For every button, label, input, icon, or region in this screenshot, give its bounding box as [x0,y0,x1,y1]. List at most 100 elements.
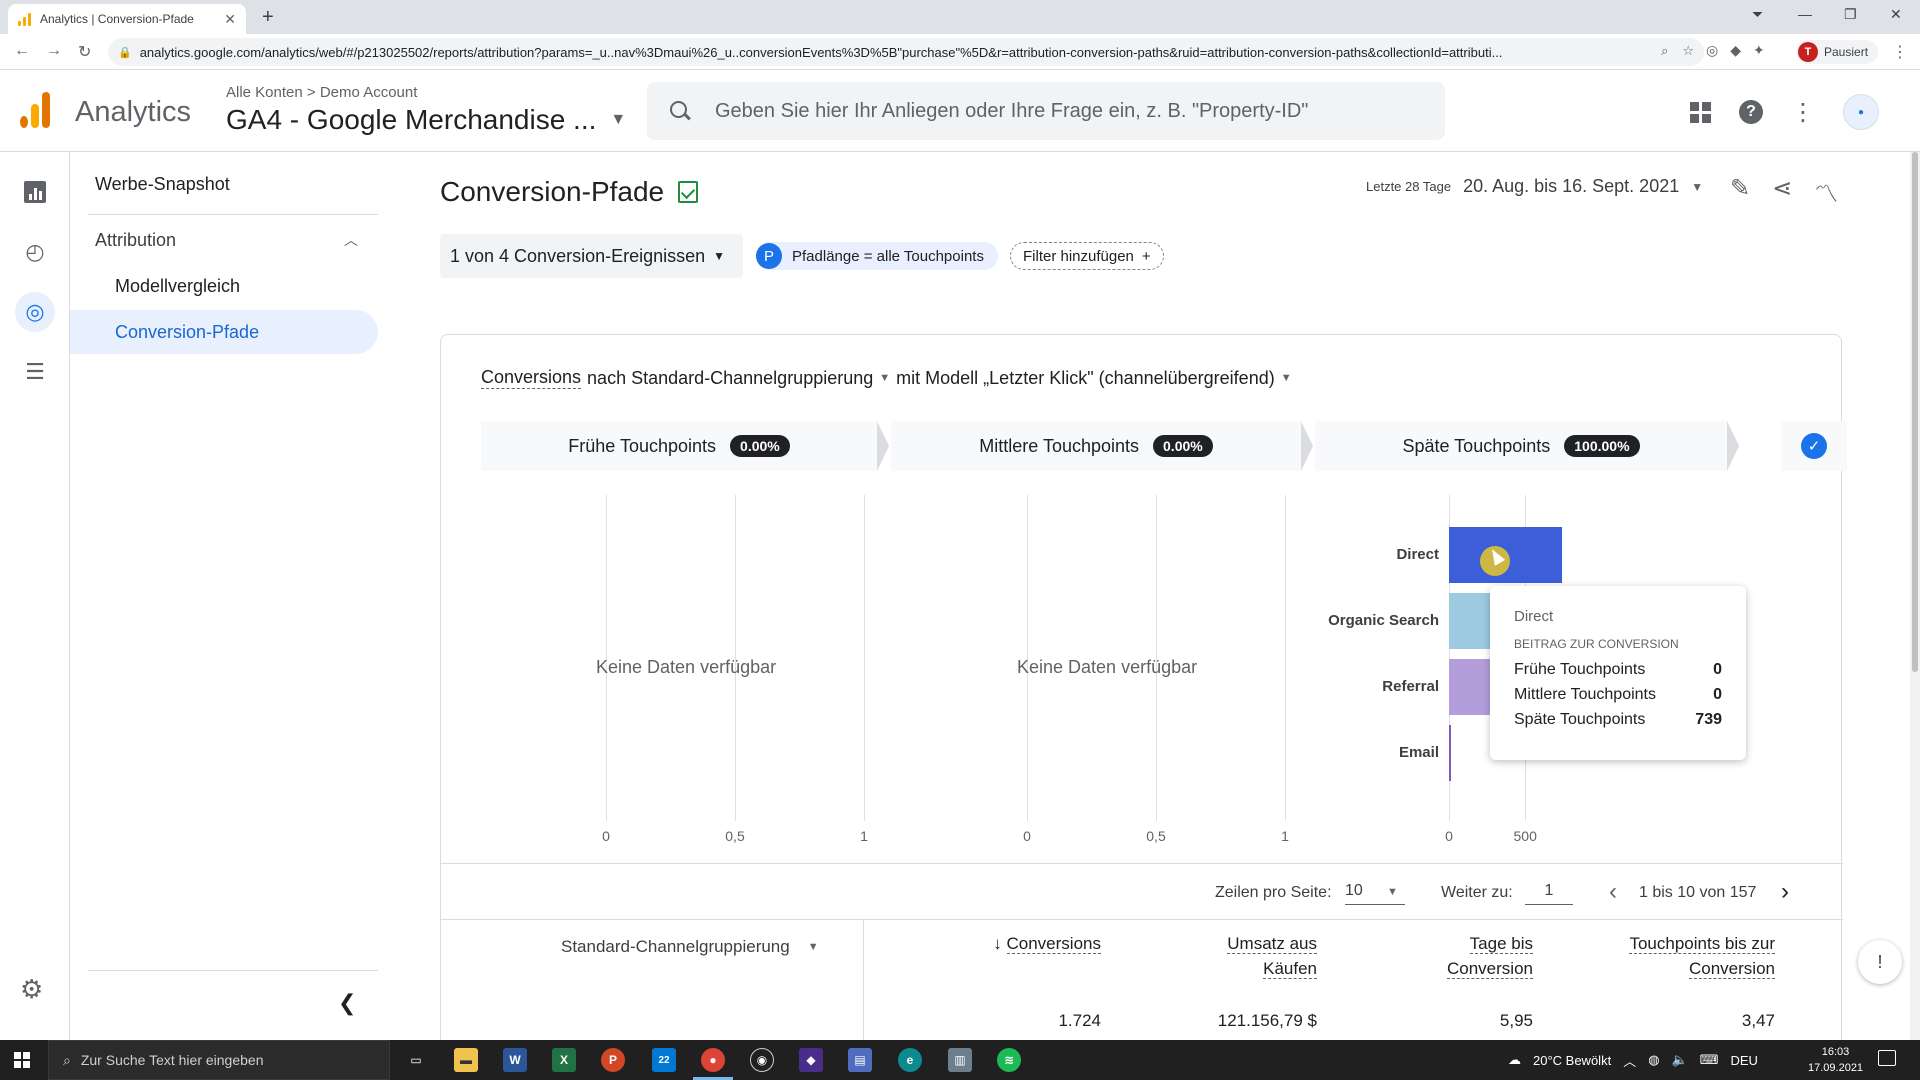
file-explorer-icon[interactable]: ▬ [454,1048,478,1072]
account-avatar[interactable]: ● [1843,94,1879,130]
url-field[interactable]: 🔒 analytics.google.com/analytics/web/#/p… [108,38,1704,66]
dimension-column-selector[interactable]: Standard-Channelgruppierung ▼ [561,937,819,957]
stage-late[interactable]: Späte Touchpoints 100.00% [1315,421,1727,471]
verified-report-icon[interactable] [678,181,699,203]
minimize-icon[interactable]: — [1798,6,1812,22]
plus-icon: + [1141,247,1151,265]
apps-grid-icon[interactable] [1690,101,1711,123]
excel-icon[interactable]: X [552,1048,576,1072]
keyboard-icon[interactable]: ⌨ [1700,1052,1719,1068]
stage-toggle[interactable]: ✓ [1781,421,1847,471]
collapse-nav-icon[interactable]: ❮ [338,990,356,1016]
scrollbar-thumb[interactable] [1912,152,1918,672]
weather-icon[interactable]: ☁ [1508,1052,1521,1068]
date-range-picker[interactable]: Letzte 28 Tage 20. Aug. bis 16. Sept. 20… [1366,176,1703,197]
browser-tab[interactable]: Analytics | Conversion-Pfade ✕ [8,4,246,34]
sidenav-section-attribution[interactable]: Attribution ︿ [70,220,378,260]
path-length-filter-chip[interactable]: P Pfadlänge = alle Touchpoints [756,242,998,270]
stage-separator [1727,421,1739,471]
breadcrumb[interactable]: Alle Konten > Demo Account [226,84,417,101]
extensions-puzzle-icon[interactable]: ✦ [1753,42,1765,59]
conversion-events-dropdown[interactable]: 1 von 4 Conversion-Ereignissen ▼ [440,234,744,278]
insights-icon[interactable]: 〽 [1814,174,1838,209]
tooltip-title: Direct [1514,608,1554,625]
clock-time: 16:03 [1821,1046,1850,1058]
obs-icon[interactable]: ◉ [750,1048,774,1072]
page-scrollbar[interactable] [1910,152,1920,1040]
edge-icon[interactable]: e [898,1048,922,1072]
sidenav-item-modellvergleich[interactable]: Modellvergleich [70,264,378,308]
column-header-umsatz[interactable]: Umsatz aus Käufen [1141,931,1317,981]
reports-icon[interactable] [21,178,49,206]
notification-icon[interactable] [1878,1050,1896,1066]
extension-icon-1[interactable]: ◎ [1706,42,1718,59]
configure-list-icon[interactable]: ☰ [21,358,49,386]
extension-icon-2[interactable]: ◆ [1730,42,1741,59]
search-bar[interactable] [647,82,1445,140]
dropdown-arrow-icon[interactable]: ▼ [1281,372,1292,384]
profile-button[interactable]: T Pausiert [1796,40,1879,64]
column-header-touchpoints[interactable]: Touchpoints bis zur Conversion [1551,931,1775,981]
chrome-icon[interactable]: ● [701,1048,725,1072]
close-tab-icon[interactable]: ✕ [224,11,236,28]
more-vert-icon[interactable]: ⋮ [1791,98,1815,127]
restore-icon[interactable]: ❐ [1844,6,1857,23]
customize-report-icon[interactable]: ✎ [1730,174,1750,209]
admin-gear-icon[interactable]: ⚙ [20,974,43,1005]
app-icon[interactable]: ▤ [848,1048,872,1072]
new-tab-icon[interactable]: + [262,6,274,29]
mail-icon[interactable]: 22 [652,1048,676,1072]
browser-menu-icon[interactable]: ⋮ [1892,42,1908,62]
metric-selector[interactable]: Conversions [481,367,582,389]
date-prefix: Letzte 28 Tage [1366,179,1452,194]
pagination: Zeilen pro Seite: 10 ▼ Weiter zu: 1 ‹ 1 … [441,863,1843,907]
column-header-conversions[interactable]: ↓ Conversions [961,931,1101,956]
share-icon[interactable]: ⋖ [1772,174,1792,209]
page-title: Conversion-Pfade [440,176,699,208]
feedback-icon[interactable]: ! [1858,940,1902,984]
sidenav-item-snapshot[interactable]: Werbe-Snapshot [95,174,230,195]
search-input[interactable] [715,99,1395,123]
tab-search-icon[interactable]: ⏷ [1752,6,1763,23]
prev-page-icon[interactable]: ‹ [1609,878,1617,906]
stage-early[interactable]: Frühe Touchpoints 0.00% [481,421,877,471]
back-icon[interactable]: ← [14,42,30,60]
goto-page-input[interactable]: 1 [1525,882,1573,905]
weather-text[interactable]: 20°C Bewölkt [1533,1053,1611,1068]
dimension-selector[interactable]: nach Standard-Channelgruppierung [587,368,873,389]
app-icon[interactable]: ▥ [948,1048,972,1072]
breadcrumb-property[interactable]: Demo Account [320,84,418,101]
word-icon[interactable]: W [503,1048,527,1072]
language-indicator[interactable]: DEU [1731,1053,1758,1068]
next-page-icon[interactable]: › [1781,878,1789,906]
windows-start-icon[interactable] [14,1052,30,1068]
forward-icon[interactable]: → [46,42,62,60]
sidenav-item-conversion-pfade[interactable]: Conversion-Pfade [70,310,378,354]
taskbar-search[interactable]: ⌕ Zur Suche Text hier eingeben [48,1040,390,1080]
dropdown-arrow-icon[interactable]: ▼ [879,372,890,384]
stage-middle[interactable]: Mittlere Touchpoints 0.00% [891,421,1301,471]
volume-icon[interactable]: 🔈 [1672,1052,1688,1068]
analytics-logo-icon[interactable] [20,92,52,128]
rows-per-page-label: Zeilen pro Seite: [1215,884,1332,901]
property-selector[interactable]: GA4 - Google Merchandise ... ▼ [226,104,626,136]
close-window-icon[interactable]: ✕ [1890,6,1902,23]
spotify-icon[interactable]: ≋ [997,1048,1021,1072]
powerpoint-icon[interactable]: P [601,1048,625,1072]
dropdown-arrow-icon[interactable]: ▼ [1387,886,1398,898]
help-icon[interactable]: ? [1739,100,1763,124]
breadcrumb-account[interactable]: Alle Konten [226,84,303,101]
network-icon[interactable]: ◍ [1648,1052,1659,1068]
model-selector[interactable]: mit Modell „Letzter Klick" (channelüberg… [896,368,1275,389]
reload-icon[interactable]: ↻ [78,42,91,62]
app-icon[interactable]: ◆ [799,1048,823,1072]
bookmark-star-icon[interactable]: ☆ [1682,43,1694,59]
tray-chevron-icon[interactable]: ︿ [1623,1051,1636,1070]
explore-icon[interactable]: ◴ [21,238,49,266]
zoom-icon[interactable]: ⌕ [1661,43,1668,59]
task-view-icon[interactable]: ▭ [404,1048,428,1072]
add-filter-button[interactable]: Filter hinzufügen + [1010,242,1164,270]
advertising-icon[interactable]: ◎ [15,292,55,332]
clock[interactable]: 16:03 17.09.2021 [1808,1044,1863,1076]
column-header-tage[interactable]: Tage bis Conversion [1341,931,1533,981]
